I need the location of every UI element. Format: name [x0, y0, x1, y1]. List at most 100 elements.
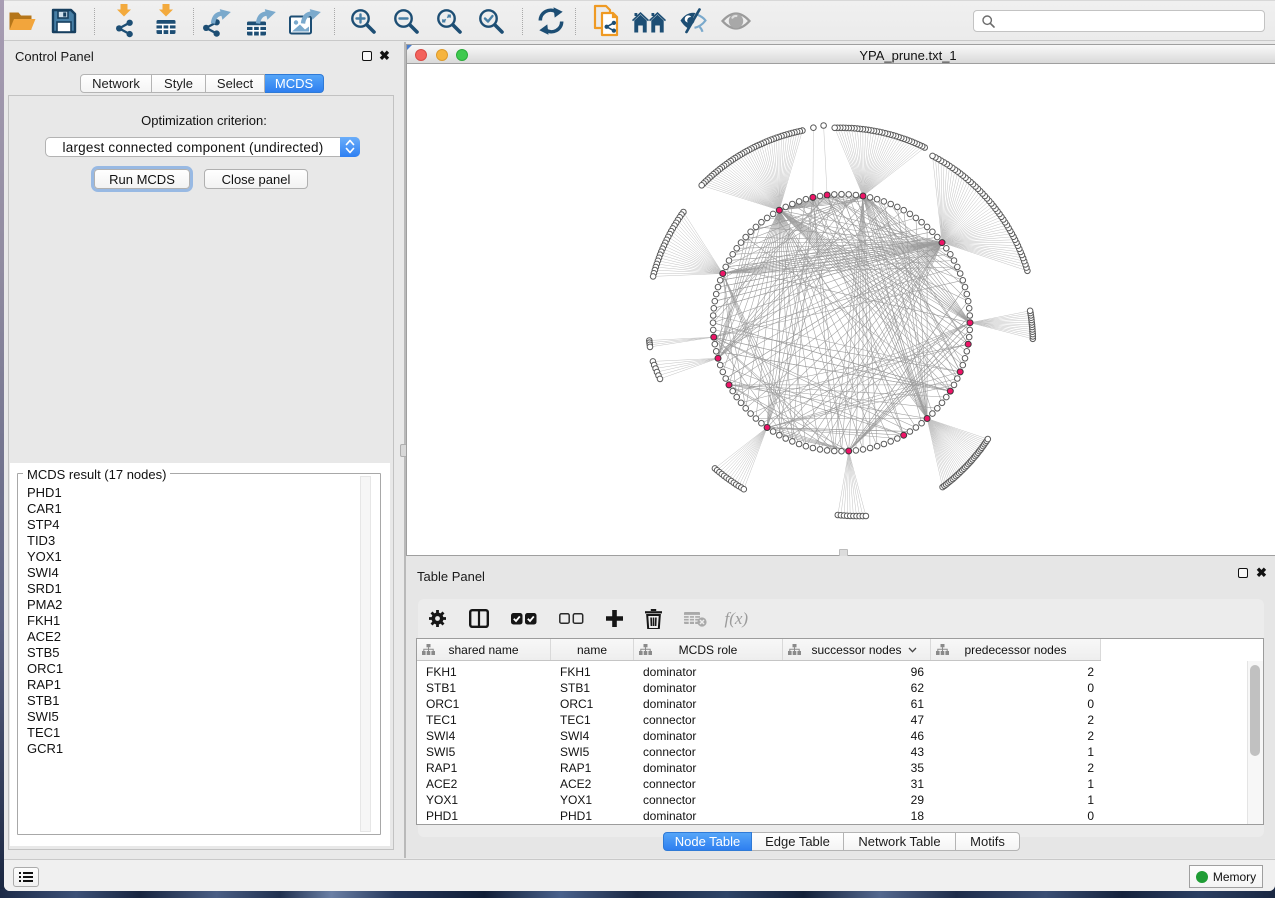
- mcds-node-item[interactable]: PHD1: [20, 485, 364, 501]
- tab-select[interactable]: Select: [206, 74, 265, 93]
- cell-shared-name[interactable]: ACE2: [417, 776, 551, 792]
- cell-name[interactable]: PHD1: [551, 808, 634, 824]
- mcds-node-item[interactable]: ORC1: [20, 661, 364, 677]
- network-canvas[interactable]: [406, 64, 1275, 556]
- table-scrollbar[interactable]: [1247, 661, 1263, 824]
- table-row[interactable]: SWI5SWI5connector431: [417, 744, 1248, 760]
- export-image-icon[interactable]: [288, 4, 322, 37]
- cell-predecessor-nodes[interactable]: 2: [931, 712, 1101, 728]
- mcds-node-item[interactable]: TID3: [20, 533, 364, 549]
- cell-name[interactable]: SWI5: [551, 744, 634, 760]
- cell-MCDS-role[interactable]: dominator: [634, 680, 783, 696]
- tab-network[interactable]: Network: [80, 74, 152, 93]
- zoom-in-icon[interactable]: [350, 7, 377, 34]
- cell-name[interactable]: TEC1: [551, 712, 634, 728]
- tab-edge-table[interactable]: Edge Table: [752, 832, 844, 851]
- cell-shared-name[interactable]: SWI4: [417, 728, 551, 744]
- table-row[interactable]: ACE2ACE2connector311: [417, 776, 1248, 792]
- copy-network-icon[interactable]: [592, 4, 622, 38]
- cell-MCDS-role[interactable]: dominator: [634, 696, 783, 712]
- table-row[interactable]: STB1STB1dominator620: [417, 680, 1248, 696]
- zoom-fit-icon[interactable]: [436, 7, 463, 34]
- cell-successor-nodes[interactable]: 61: [783, 696, 931, 712]
- column-header-predecessor-nodes[interactable]: predecessor nodes: [931, 639, 1101, 660]
- select-all-icon[interactable]: [511, 613, 537, 625]
- first-neighbors-icon[interactable]: [632, 7, 667, 34]
- cell-MCDS-role[interactable]: dominator: [634, 664, 783, 680]
- tab-mcds[interactable]: MCDS: [265, 74, 324, 93]
- cell-name[interactable]: RAP1: [551, 760, 634, 776]
- cell-successor-nodes[interactable]: 31: [783, 776, 931, 792]
- table-row[interactable]: TEC1TEC1connector472: [417, 712, 1248, 728]
- run-mcds-button[interactable]: Run MCDS: [94, 169, 190, 189]
- mcds-node-item[interactable]: CAR1: [20, 501, 364, 517]
- memory-button[interactable]: Memory: [1189, 865, 1263, 888]
- table-panel-float-button[interactable]: [1238, 568, 1248, 578]
- cell-MCDS-role[interactable]: connector: [634, 792, 783, 808]
- mcds-result-list[interactable]: PHD1CAR1STP4TID3YOX1SWI4SRD1PMA2FKH1ACE2…: [20, 485, 364, 832]
- mcds-node-item[interactable]: SWI4: [20, 565, 364, 581]
- column-header-name[interactable]: name: [551, 639, 634, 660]
- export-network-icon[interactable]: [201, 4, 233, 37]
- mcds-node-item[interactable]: STP4: [20, 517, 364, 533]
- mcds-node-item[interactable]: SWI5: [20, 709, 364, 725]
- mcds-node-item[interactable]: STB1: [20, 693, 364, 709]
- cell-shared-name[interactable]: YOX1: [417, 792, 551, 808]
- mcds-node-item[interactable]: TEC1: [20, 725, 364, 741]
- cell-name[interactable]: FKH1: [551, 664, 634, 680]
- cell-MCDS-role[interactable]: dominator: [634, 760, 783, 776]
- mcds-node-item[interactable]: FKH1: [20, 613, 364, 629]
- delete-column-icon[interactable]: [645, 609, 662, 629]
- mcds-list-scrollbar[interactable]: [360, 476, 371, 832]
- import-table-icon[interactable]: [152, 4, 180, 38]
- save-session-icon[interactable]: [51, 8, 77, 34]
- gear-icon[interactable]: [428, 609, 447, 628]
- network-graph[interactable]: [407, 64, 1275, 556]
- cell-successor-nodes[interactable]: 46: [783, 728, 931, 744]
- cell-predecessor-nodes[interactable]: 0: [931, 696, 1101, 712]
- mcds-node-item[interactable]: PMA2: [20, 597, 364, 613]
- cell-name[interactable]: ORC1: [551, 696, 634, 712]
- table-row[interactable]: RAP1RAP1dominator352: [417, 760, 1248, 776]
- export-table-icon[interactable]: [245, 4, 277, 37]
- cell-successor-nodes[interactable]: 29: [783, 792, 931, 808]
- cell-name[interactable]: YOX1: [551, 792, 634, 808]
- mcds-node-item[interactable]: ACE2: [20, 629, 364, 645]
- cell-successor-nodes[interactable]: 43: [783, 744, 931, 760]
- cell-successor-nodes[interactable]: 47: [783, 712, 931, 728]
- deselect-all-icon[interactable]: [559, 613, 584, 624]
- window-close-button[interactable]: [415, 49, 427, 61]
- column-header-MCDS-role[interactable]: MCDS role: [634, 639, 783, 660]
- cell-MCDS-role[interactable]: dominator: [634, 728, 783, 744]
- close-panel-button[interactable]: Close panel: [204, 169, 308, 189]
- cell-shared-name[interactable]: PHD1: [417, 808, 551, 824]
- cell-shared-name[interactable]: FKH1: [417, 664, 551, 680]
- cell-predecessor-nodes[interactable]: 0: [931, 680, 1101, 696]
- cell-shared-name[interactable]: TEC1: [417, 712, 551, 728]
- mcds-node-item[interactable]: RAP1: [20, 677, 364, 693]
- cell-shared-name[interactable]: STB1: [417, 680, 551, 696]
- window-zoom-button[interactable]: [456, 49, 468, 61]
- cell-shared-name[interactable]: RAP1: [417, 760, 551, 776]
- cell-shared-name[interactable]: ORC1: [417, 696, 551, 712]
- tab-motifs[interactable]: Motifs: [956, 832, 1020, 851]
- column-header-shared-name[interactable]: shared name: [417, 639, 551, 660]
- table-panel-close-button[interactable]: ✖: [1256, 568, 1267, 578]
- cell-MCDS-role[interactable]: connector: [634, 712, 783, 728]
- mcds-node-item[interactable]: GCR1: [20, 741, 364, 757]
- control-panel-float-button[interactable]: [362, 51, 372, 61]
- cell-successor-nodes[interactable]: 96: [783, 664, 931, 680]
- column-layout-icon[interactable]: [469, 609, 489, 628]
- table-scrollbar-thumb[interactable]: [1250, 665, 1260, 756]
- cell-shared-name[interactable]: SWI5: [417, 744, 551, 760]
- zoom-selected-icon[interactable]: [478, 7, 505, 34]
- network-window-titlebar[interactable]: YPA_prune.txt_1: [406, 44, 1275, 64]
- table-row[interactable]: SWI4SWI4dominator462: [417, 728, 1248, 744]
- add-column-icon[interactable]: [606, 610, 623, 627]
- hide-selected-icon[interactable]: [679, 7, 708, 35]
- cell-successor-nodes[interactable]: 35: [783, 760, 931, 776]
- cell-MCDS-role[interactable]: connector: [634, 744, 783, 760]
- cell-predecessor-nodes[interactable]: 1: [931, 744, 1101, 760]
- table-row[interactable]: FKH1FKH1dominator962: [417, 664, 1248, 680]
- cell-predecessor-nodes[interactable]: 1: [931, 776, 1101, 792]
